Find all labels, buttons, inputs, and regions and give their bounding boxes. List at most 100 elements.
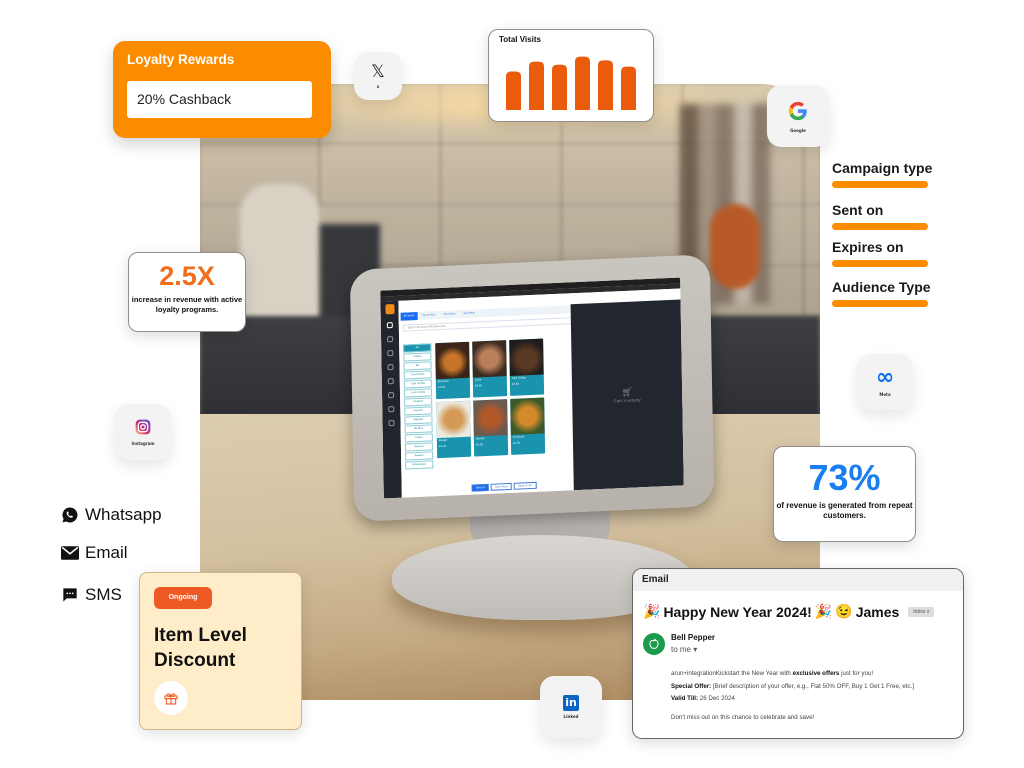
total-visits-chart xyxy=(506,56,636,110)
party-popper-icon: 🎉 xyxy=(814,603,833,619)
orange-vase xyxy=(710,204,760,289)
item-price: $3.40 xyxy=(437,385,446,390)
sidebar-item-settings[interactable] xyxy=(388,420,395,427)
donut-image xyxy=(473,399,508,437)
campaign-field-label: Audience Type xyxy=(832,279,931,295)
email-closing: Don't miss out on this chance to celebra… xyxy=(671,713,815,721)
order-type-button[interactable]: Table Order xyxy=(513,481,537,490)
revenue-multiplier-stat-card: 2.5X increase in revenue with active loy… xyxy=(128,252,246,332)
pos-category[interactable]: Veggies xyxy=(404,415,433,425)
pos-category[interactable]: Sweets xyxy=(405,451,434,461)
campaign-field-bar xyxy=(832,181,928,188)
iced-coffee-image xyxy=(509,338,544,376)
cart-empty-text: Cart is empty xyxy=(613,396,641,403)
x-logo-icon: 𝕏 xyxy=(371,61,385,82)
recipient-toggle[interactable]: to me ▾ xyxy=(671,645,697,654)
meta-caption: Meta xyxy=(879,392,891,397)
intro-text: arun+integrationKickstart the New Year w… xyxy=(671,670,793,677)
pos-category[interactable]: Coffee xyxy=(403,352,432,362)
total-visits-card: Total Visits xyxy=(488,29,654,122)
stat-value: 2.5X xyxy=(159,261,215,291)
channel-label: Email xyxy=(85,543,128,562)
bagel-image xyxy=(436,400,471,439)
sidebar-item-shift[interactable] xyxy=(387,364,394,371)
pos-category[interactable]: Milkshakes xyxy=(405,460,434,470)
loyalty-rewards-card: Loyalty Rewards 20% Cashback xyxy=(113,41,331,138)
instagram-social-tile: Instagram xyxy=(115,404,171,460)
channel-label: Whatsapp xyxy=(85,505,162,524)
offer-label: Special Offer: xyxy=(671,682,712,690)
offer-text: [Brief description of your offer, e.g., … xyxy=(711,682,915,690)
sidebar-item-customers[interactable] xyxy=(388,406,395,413)
marketing-hero: All Items Favourites Top Items Set Menu … xyxy=(0,0,1024,768)
pos-tab[interactable]: All Items xyxy=(400,311,418,321)
discount-title-line: Item Level xyxy=(154,625,247,646)
channel-email: Email xyxy=(61,543,128,563)
instagram-caption: Instagram xyxy=(131,440,155,446)
pos-item-card[interactable]: Espresso $3.40 xyxy=(435,341,471,400)
campaign-field-row: Sent on xyxy=(832,202,928,230)
sidebar-item-labels[interactable] xyxy=(387,392,395,399)
pos-category[interactable]: Cold Coffee xyxy=(403,388,433,398)
inbox-tag[interactable]: Inbox x xyxy=(908,606,935,617)
repeat-revenue-stat-card: 73% of revenue is generated from repeat … xyxy=(773,446,916,542)
pos-tab[interactable]: Top Items xyxy=(440,310,458,319)
pos-item-grid: Espresso $3.40 Latte $3.50 Iced Coffee $… xyxy=(435,338,546,459)
linkedin-caption: Linked xyxy=(563,714,579,719)
discount-title-line: Discount xyxy=(154,650,236,671)
smiley-icon: 😉 xyxy=(835,603,853,619)
pos-category[interactable]: Cakes xyxy=(404,433,433,443)
pos-category[interactable]: Iced Coffee xyxy=(403,379,432,389)
pos-item-card[interactable]: Croissant $4.50 xyxy=(510,397,546,455)
visits-bar-1 xyxy=(506,71,521,110)
order-type-button[interactable]: Default xyxy=(471,483,489,492)
campaign-field-label: Expires on xyxy=(832,239,904,255)
loyalty-rewards-title: Loyalty Rewards xyxy=(127,52,235,67)
stat-value: 73% xyxy=(808,457,881,498)
pos-item-card[interactable]: Bagels $3.40 xyxy=(436,400,472,459)
item-price: $4.50 xyxy=(512,441,521,445)
linkedin-social-tile: in Linked xyxy=(540,676,602,738)
pos-tab[interactable]: Favourites xyxy=(419,311,438,320)
google-logo-icon xyxy=(787,100,809,125)
pos-tab[interactable]: Set Menu xyxy=(460,309,478,318)
pos-cart-panel: 🛒︎ Cart is empty xyxy=(570,299,684,491)
sender-name: Bell Pepper xyxy=(671,633,716,642)
status-badge: Ongoing xyxy=(154,587,212,609)
item-price: $3.60 xyxy=(511,382,520,386)
order-type-button[interactable]: Take Away xyxy=(490,482,512,491)
gift-icon xyxy=(154,681,188,715)
pos-category[interactable]: Tea xyxy=(403,361,432,371)
sidebar-item-sell[interactable] xyxy=(386,322,393,329)
discount-title: Item Level Discount xyxy=(154,623,247,673)
cart-icon: 🛒︎ xyxy=(621,387,633,398)
item-level-discount-card: Ongoing Item Level Discount xyxy=(139,572,302,730)
sidebar-item-online-orders[interactable] xyxy=(387,350,394,357)
whatsapp-icon xyxy=(61,506,79,524)
sidebar-item-sales[interactable] xyxy=(387,336,394,343)
campaign-field-row: Audience Type xyxy=(832,279,931,307)
campaign-field-label: Campaign type xyxy=(832,160,933,176)
sender-avatar xyxy=(643,633,665,655)
pos-category[interactable]: Dessert xyxy=(404,406,433,416)
pos-category[interactable]: All xyxy=(403,343,432,353)
pos-category[interactable]: Muffins xyxy=(404,424,433,434)
espresso-image xyxy=(435,341,470,380)
croissant-image xyxy=(510,397,545,435)
latte-image xyxy=(472,340,507,378)
pos-category[interactable]: Cheddar xyxy=(404,397,433,407)
google-caption: Google xyxy=(790,127,806,133)
sidebar-item-reports[interactable] xyxy=(387,378,394,385)
pos-item-card[interactable]: Iced Coffee $3.60 xyxy=(509,338,545,396)
pos-category[interactable]: Smoothies xyxy=(403,370,432,380)
valid-text: 26 Dec 2024 xyxy=(698,695,735,702)
intro-bold-text: exclusive offers xyxy=(792,670,840,677)
visits-bar-4 xyxy=(575,56,590,110)
pos-category[interactable]: Special xyxy=(404,442,434,452)
pos-item-card[interactable]: Donuts $3.00 xyxy=(473,399,509,457)
visits-bar-6 xyxy=(621,66,636,110)
pos-item-card[interactable]: Latte $3.50 xyxy=(472,340,508,398)
order-type-buttons: Default Take Away Table Order xyxy=(471,481,537,492)
campaign-field-bar xyxy=(832,260,928,267)
campaign-field-bar xyxy=(832,223,928,230)
